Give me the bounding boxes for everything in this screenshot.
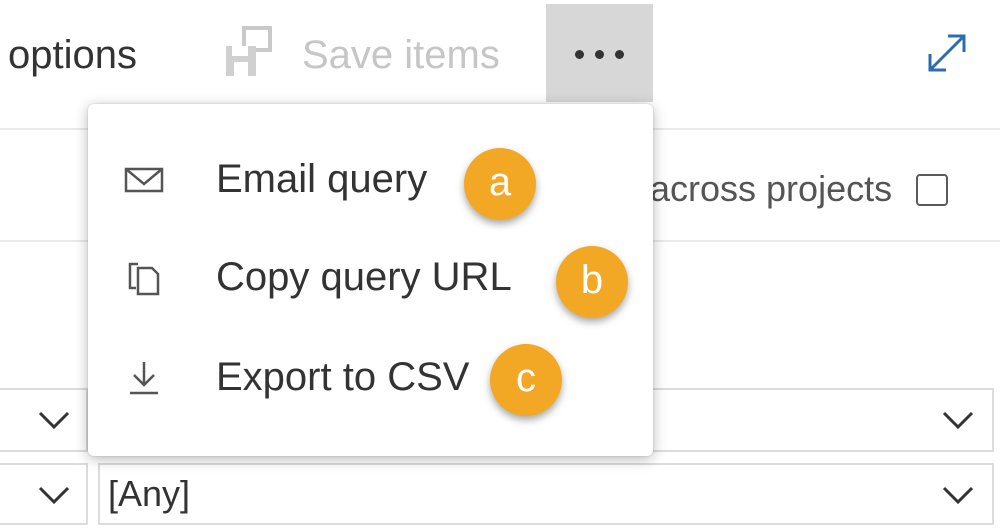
chevron-down-icon	[38, 486, 70, 505]
query-across-projects-label: across projects	[650, 168, 893, 209]
save-items-icon	[226, 26, 272, 76]
copy-icon	[128, 262, 160, 296]
chevron-down-icon	[942, 486, 974, 505]
area-path-value: [Any]	[108, 473, 191, 514]
chevron-down-icon	[942, 411, 974, 430]
menu-item-copy-query-url[interactable]: Copy query URL b	[88, 232, 653, 324]
menu-item-label: Export to CSV	[216, 355, 470, 399]
chevron-down-icon	[38, 411, 70, 430]
more-actions-button[interactable]	[546, 4, 653, 102]
menu-item-label: Copy query URL	[216, 255, 512, 299]
annotation-badge-a: a	[464, 148, 536, 220]
menu-item-label: Email query	[216, 157, 428, 201]
query-across-projects-checkbox[interactable]	[916, 174, 948, 206]
operator-dropdown-1[interactable]	[0, 388, 88, 452]
download-icon	[130, 362, 158, 395]
options-button[interactable]: options	[8, 30, 137, 80]
operator-dropdown-2[interactable]	[0, 463, 88, 525]
expand-icon[interactable]	[922, 28, 972, 78]
area-path-dropdown[interactable]	[98, 463, 994, 525]
email-icon	[124, 167, 164, 193]
save-items-button[interactable]: Save items	[302, 30, 500, 80]
more-actions-menu: Email query a Copy query URL b Export to…	[88, 104, 653, 456]
value-dropdown-1[interactable]	[640, 388, 994, 452]
menu-item-email-query[interactable]: Email query a	[88, 134, 653, 226]
menu-item-export-to-csv[interactable]: Export to CSV c	[88, 332, 653, 424]
annotation-badge-c: c	[490, 344, 562, 416]
annotation-badge-b: b	[556, 246, 628, 318]
ellipsis-icon	[546, 50, 653, 59]
